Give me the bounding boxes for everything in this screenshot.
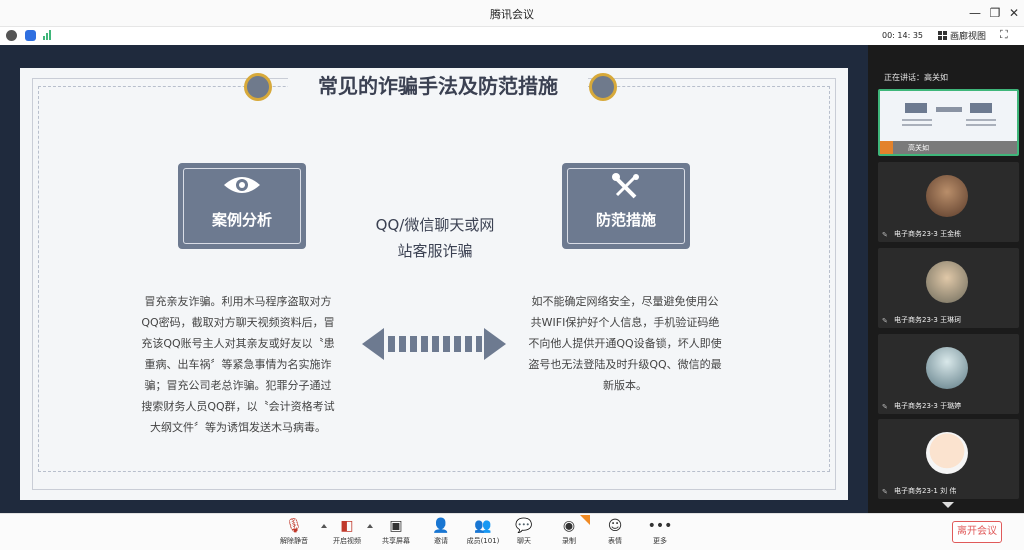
case-analysis-label: 案例分析 <box>211 211 272 229</box>
case-analysis-text: 冒充亲友诈骗。利用木马程序盗取对方 QQ密码，截取对方聊天视频资料后，冒 充该Q… <box>123 291 353 438</box>
grid-icon <box>938 31 947 40</box>
start-video-label: 开启视频 <box>333 537 361 545</box>
participants-panel: 正在讲话：高关如 高关如 ✎ 电子商务23-3 王金栋 ✎ 电子商务23-3 王… <box>868 45 1024 513</box>
participant-tile[interactable]: ✎ 电子商务23-3 王金栋 <box>878 162 1019 242</box>
case-analysis-card: 案例分析 <box>178 163 306 249</box>
meeting-info-bar: 00: 14: 35 画廊视图 ⛶ <box>0 27 1024 45</box>
active-speaker-nameplate: 高关如 <box>880 141 1017 154</box>
gallery-view-label: 画廊视图 <box>950 32 987 42</box>
new-feature-corner-badge <box>580 515 590 525</box>
members-icon: 👥 <box>474 518 492 534</box>
avatar <box>926 261 968 303</box>
prevention-line: 共WIFI保护好个人信息，手机验证码绝 <box>530 316 720 329</box>
mic-off-icon: 🎙 <box>285 518 303 534</box>
emoji-icon: ☺ <box>607 518 623 534</box>
participant-tile[interactable]: ✎ 电子商务23-1 刘 伟 <box>878 419 1019 499</box>
active-speaker-tile[interactable]: 高关如 <box>878 89 1019 156</box>
participant-tile[interactable]: ✎ 电子商务23-3 于璐婷 <box>878 334 1019 414</box>
invite-label: 邀请 <box>434 537 448 545</box>
meeting-timer: 00: 14: 35 <box>882 31 924 40</box>
case-line: 重病、出车祸〞等紧急事情为名实施诈 <box>144 358 332 371</box>
active-speaker-name: 高关如 <box>908 144 929 152</box>
members-label: 成员(101) <box>466 537 500 545</box>
unmute-button[interactable]: 🎙 解除静音 <box>275 518 313 546</box>
shield-icon[interactable] <box>25 30 36 41</box>
participant-name: 电子商务23-3 王金栋 <box>894 230 962 238</box>
case-line: 搜索财务人员QQ群，以〝会计资格考试 <box>141 400 335 413</box>
mic-muted-icon: ✎ <box>882 317 888 325</box>
scroll-down-icon[interactable] <box>942 502 954 508</box>
video-options-caret-icon[interactable] <box>367 524 373 528</box>
leave-meeting-button[interactable]: 离开会议 <box>952 521 1002 543</box>
audio-options-caret-icon[interactable] <box>321 524 327 528</box>
slide: 常见的诈骗手法及防范措施 案例分析 防范措施 QQ/微信聊天或网 站客服诈骗 冒… <box>20 68 848 500</box>
case-line: 大纲文件〞等为诱饵发送木马病毒。 <box>150 421 326 434</box>
participant-tile[interactable]: ✎ 电子商务23-3 王琳珂 <box>878 248 1019 328</box>
record-label: 录制 <box>562 537 576 545</box>
fraud-type-line-2: 站客服诈骗 <box>397 242 473 260</box>
title-bar: 腾讯会议 — ❐ ✕ <box>0 0 1024 27</box>
window-title: 腾讯会议 <box>490 8 534 21</box>
title-dot-left <box>244 73 272 101</box>
invite-icon: 👤 <box>432 518 450 534</box>
avatar <box>926 432 968 474</box>
more-icon: ••• <box>647 518 673 534</box>
prevention-line: 新版本。 <box>603 379 647 392</box>
eye-icon <box>224 177 260 193</box>
case-line: 充该QQ账号主人对其亲友或好友以〝患 <box>141 337 335 350</box>
more-label: 更多 <box>653 537 667 545</box>
fullscreen-icon[interactable]: ⛶ <box>1000 29 1012 41</box>
participant-name: 电子商务23-3 王琳珂 <box>894 316 962 324</box>
participant-name: 电子商务23-3 于璐婷 <box>894 402 962 410</box>
info-icon[interactable] <box>6 30 17 41</box>
shared-screen: 常见的诈骗手法及防范措施 案例分析 防范措施 QQ/微信聊天或网 站客服诈骗 冒… <box>0 45 868 513</box>
shared-slide-thumbnail <box>880 91 1017 141</box>
mic-muted-icon: ✎ <box>882 488 888 496</box>
start-video-button[interactable]: ◧ 开启视频 <box>328 518 366 546</box>
prevention-text: 如不能确定网络安全，尽量避免使用公 共WIFI保护好个人信息，手机验证码绝 不向… <box>510 291 740 396</box>
chat-button[interactable]: 💬 聊天 <box>505 518 543 546</box>
prevention-label: 防范措施 <box>595 211 656 229</box>
chat-label: 聊天 <box>517 537 531 545</box>
share-screen-icon: ▣ <box>389 518 403 534</box>
fraud-type-heading: QQ/微信聊天或网 站客服诈骗 <box>360 212 510 264</box>
restore-icon[interactable]: ❐ <box>986 4 1004 22</box>
prevention-card: 防范措施 <box>562 163 690 249</box>
prevention-line: 不向他人提供开通QQ设备锁，坏人即使 <box>528 337 722 350</box>
unmute-label: 解除静音 <box>280 537 308 545</box>
gallery-view-button[interactable]: 画廊视图 <box>938 29 986 42</box>
double-arrow-icon <box>362 328 506 360</box>
participant-name: 电子商务23-1 刘 伟 <box>894 487 957 495</box>
case-line: 冒充亲友诈骗。利用木马程序盗取对方 <box>144 295 332 308</box>
invite-button[interactable]: 👤 邀请 <box>422 518 460 546</box>
emoji-button[interactable]: ☺ 表情 <box>596 518 634 546</box>
fraud-type-line-1: QQ/微信聊天或网 <box>375 216 495 234</box>
avatar <box>926 347 968 389</box>
members-button[interactable]: 👥 成员(101) <box>464 518 502 546</box>
mic-muted-icon: ✎ <box>882 403 888 411</box>
tools-icon <box>612 173 639 199</box>
case-line: 骗；冒充公司老总诈骗。犯罪分子通过 <box>144 379 332 392</box>
host-badge-icon <box>880 141 893 154</box>
more-button[interactable]: ••• 更多 <box>641 518 679 546</box>
mic-muted-icon: ✎ <box>882 231 888 239</box>
avatar <box>926 175 968 217</box>
share-screen-button[interactable]: ▣ 共享屏幕 <box>377 518 415 546</box>
minimize-icon[interactable]: — <box>966 4 984 22</box>
title-dot-right <box>589 73 617 101</box>
emoji-label: 表情 <box>608 537 622 545</box>
speaking-indicator: 正在讲话：高关如 <box>884 73 948 82</box>
share-screen-label: 共享屏幕 <box>382 537 410 545</box>
slide-title: 常见的诈骗手法及防范措施 <box>288 68 588 106</box>
prevention-line: 盗号也无法登陆及时升级QQ、微信的最 <box>528 358 722 371</box>
meeting-toolbar: 🎙 解除静音 ◧ 开启视频 ▣ 共享屏幕 👤 邀请 👥 成员(101) 💬 聊天… <box>0 513 1024 550</box>
case-line: QQ密码，截取对方聊天视频资料后，冒 <box>141 316 335 329</box>
signal-icon[interactable] <box>43 30 53 40</box>
chat-icon: 💬 <box>515 518 533 534</box>
video-off-icon: ◧ <box>340 518 354 534</box>
close-icon[interactable]: ✕ <box>1005 4 1023 22</box>
prevention-line: 如不能确定网络安全，尽量避免使用公 <box>531 295 719 308</box>
